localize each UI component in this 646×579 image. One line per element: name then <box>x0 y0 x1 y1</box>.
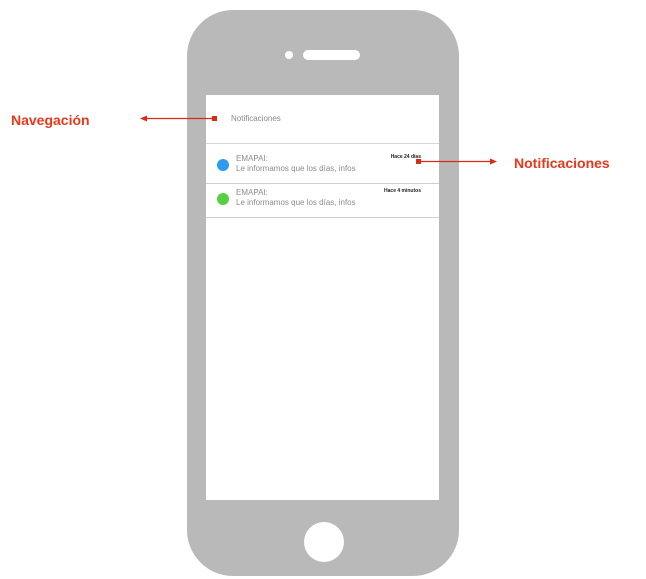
notification-message: Le informamos que los días, infos <box>236 164 356 173</box>
camera-dot <box>285 51 293 59</box>
notification-item[interactable]: EMAPAI: Le informamos que los días, info… <box>206 184 439 218</box>
home-button[interactable] <box>304 522 344 562</box>
notification-message: Le informamos que los días, infos <box>236 198 356 207</box>
notification-time: Hace 4 minutos <box>384 188 421 194</box>
annotation-marker-nav <box>212 116 217 121</box>
notification-sender: EMAPAI: <box>236 188 268 197</box>
speaker-grille <box>303 50 360 60</box>
arrow-head-nav <box>140 115 147 122</box>
phone-screen: Notificaciones EMAPAI: Le informamos que… <box>206 95 439 500</box>
annotation-notificaciones: Notificaciones <box>514 155 610 171</box>
nav-title: Notificaciones <box>231 114 281 123</box>
status-dot-icon <box>217 193 229 205</box>
arrow-head-notif <box>490 158 497 165</box>
status-dot-icon <box>217 159 229 171</box>
notification-sender: EMAPAI: <box>236 154 268 163</box>
notification-item[interactable]: EMAPAI: Le informamos que los días, info… <box>206 150 439 184</box>
notification-list: EMAPAI: Le informamos que los días, info… <box>206 150 439 218</box>
annotation-marker-notif <box>416 159 421 164</box>
annotation-navegacion: Navegación <box>11 112 90 128</box>
navigation-bar: Notificaciones <box>206 95 439 144</box>
